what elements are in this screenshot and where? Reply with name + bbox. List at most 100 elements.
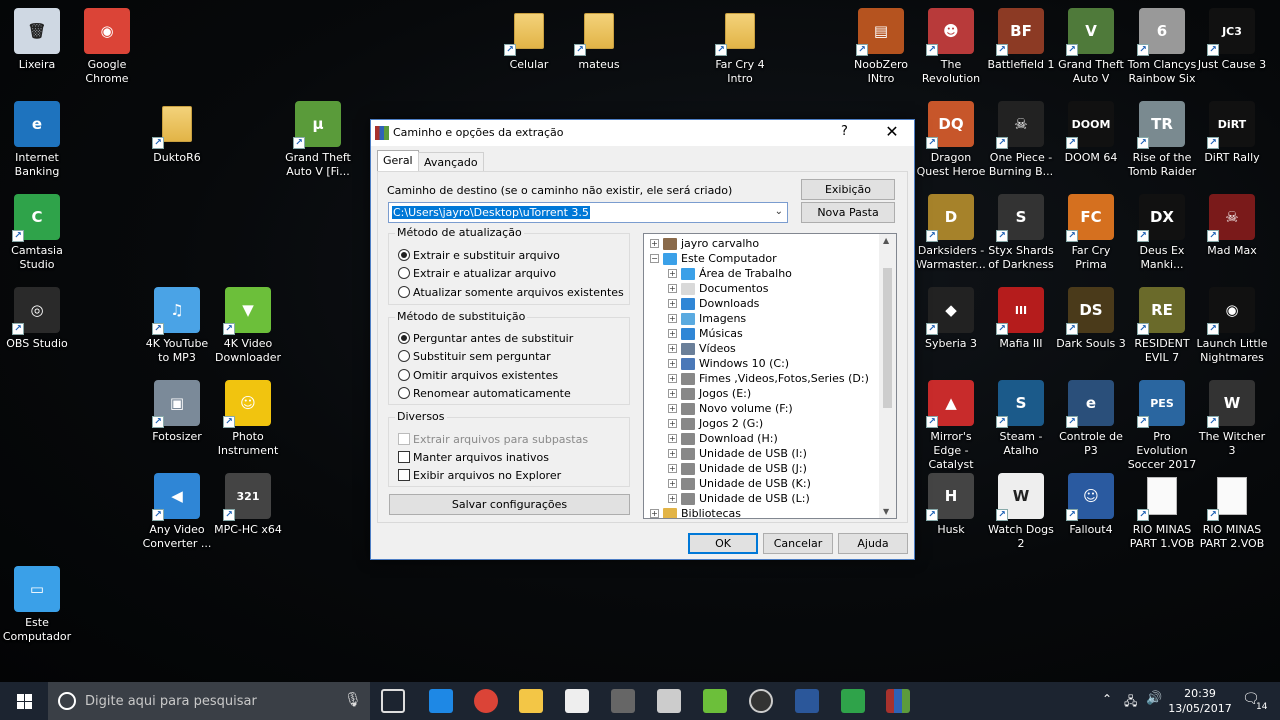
ok-button[interactable]: OK bbox=[688, 533, 758, 554]
desktop-icon[interactable]: ▲ ↗ Mirror's Edge - Catalyst bbox=[915, 380, 987, 472]
tree-item[interactable]: + Área de Trabalho bbox=[668, 266, 792, 281]
desktop-icon[interactable]: W ↗ The Witcher 3 bbox=[1196, 380, 1268, 458]
desktop-icon[interactable]: H ↗ Husk bbox=[915, 473, 987, 537]
taskbar-search-box[interactable]: Digite aqui para pesquisar 🎙 bbox=[48, 682, 370, 720]
desktop-icon[interactable]: ◀ ↗ Any Video Converter ... bbox=[141, 473, 213, 551]
desktop-icon[interactable]: C ↗ Camtasia Studio bbox=[1, 194, 73, 272]
radio-overwrite-no-ask[interactable]: Substituir sem perguntar bbox=[398, 348, 551, 364]
desktop-icon[interactable]: 🗑 Lixeira bbox=[1, 8, 73, 72]
desktop-icon[interactable]: ↗ RIO MINAS PART 1.VOB bbox=[1126, 473, 1198, 551]
tree-item[interactable]: + Unidade de USB (I:) bbox=[668, 446, 807, 461]
tree-item[interactable]: + Músicas bbox=[668, 326, 743, 341]
expand-icon[interactable]: + bbox=[668, 374, 677, 383]
desktop-icon[interactable]: ▭ Este Computador bbox=[1, 566, 73, 644]
tree-item[interactable]: + Bibliotecas bbox=[650, 506, 741, 518]
expand-icon[interactable]: − bbox=[650, 254, 659, 263]
radio-skip-existing[interactable]: Omitir arquivos existentes bbox=[398, 367, 558, 383]
expand-icon[interactable]: + bbox=[668, 464, 677, 473]
expand-icon[interactable]: + bbox=[668, 404, 677, 413]
desktop-icon[interactable]: 321 ↗ MPC-HC x64 bbox=[212, 473, 284, 537]
desktop-icon[interactable]: ▤ ↗ NoobZero INtro bbox=[845, 8, 917, 86]
desktop-icon[interactable]: ☠ ↗ Mad Max bbox=[1196, 194, 1268, 258]
mail-icon[interactable] bbox=[657, 689, 681, 713]
desktop-icon[interactable]: ☠ ↗ One Piece - Burning B... bbox=[985, 101, 1057, 179]
tree-item[interactable]: + Imagens bbox=[668, 311, 746, 326]
desktop-icon[interactable]: e ↗ Controle de P3 bbox=[1055, 380, 1127, 458]
radio-extract-update[interactable]: Extrair e atualizar arquivo bbox=[398, 265, 556, 281]
tree-scrollbar[interactable]: ▲ ▼ bbox=[879, 234, 896, 518]
checkbox-indicator[interactable] bbox=[398, 451, 410, 463]
desktop-icon[interactable]: ☻ ↗ The Revolution bbox=[915, 8, 987, 86]
tree-item[interactable]: + Novo volume (F:) bbox=[668, 401, 793, 416]
expand-icon[interactable]: + bbox=[668, 269, 677, 278]
calculator-icon[interactable] bbox=[611, 689, 635, 713]
volume-icon[interactable]: 🔊 bbox=[1146, 691, 1162, 706]
new-folder-button[interactable]: Nova Pasta bbox=[801, 202, 895, 223]
chrome-icon[interactable] bbox=[474, 689, 498, 713]
tree-item[interactable]: + Downloads bbox=[668, 296, 759, 311]
radio-ask-before[interactable]: Perguntar antes de substituir bbox=[398, 330, 573, 346]
radio-indicator[interactable] bbox=[398, 267, 410, 279]
desktop-icon[interactable]: µ ↗ Grand Theft Auto V [Fi... bbox=[282, 101, 354, 179]
desktop-icon[interactable]: ◆ ↗ Syberia 3 bbox=[915, 287, 987, 351]
desktop-icon[interactable]: ↗ mateus bbox=[563, 8, 635, 72]
radio-indicator[interactable] bbox=[398, 350, 410, 362]
desktop-icon[interactable]: ↗ Far Cry 4 Intro bbox=[704, 8, 776, 86]
tree-item[interactable]: + jayro carvalho bbox=[650, 236, 759, 251]
expand-icon[interactable]: + bbox=[668, 314, 677, 323]
help-button[interactable]: Ajuda bbox=[838, 533, 908, 554]
tab-avancado[interactable]: Avançado bbox=[418, 152, 484, 172]
tree-item[interactable]: + Unidade de USB (K:) bbox=[668, 476, 811, 491]
expand-icon[interactable]: + bbox=[668, 299, 677, 308]
radio-rename-auto[interactable]: Renomear automaticamente bbox=[398, 385, 571, 401]
expand-icon[interactable]: + bbox=[668, 389, 677, 398]
desktop-icon[interactable]: DX ↗ Deus Ex Manki... bbox=[1126, 194, 1198, 272]
desktop-icon[interactable]: e Internet Banking bbox=[1, 101, 73, 179]
radio-indicator[interactable] bbox=[398, 369, 410, 381]
desktop-icon[interactable]: ▣ ↗ Fotosizer bbox=[141, 380, 213, 444]
tree-item[interactable]: + Vídeos bbox=[668, 341, 736, 356]
folder-tree[interactable]: + jayro carvalho − Este Computador + Área de … bbox=[643, 233, 897, 519]
desktop-icon[interactable]: ↗ Celular bbox=[493, 8, 565, 72]
help-icon[interactable]: ? bbox=[841, 124, 848, 139]
save-settings-button[interactable]: Salvar configurações bbox=[389, 494, 630, 515]
desktop-icon[interactable]: JC3 ↗ Just Cause 3 bbox=[1196, 8, 1268, 72]
expand-icon[interactable]: + bbox=[668, 329, 677, 338]
desktop-icon[interactable]: D ↗ Darksiders - Warmaster... bbox=[915, 194, 987, 272]
expand-icon[interactable]: + bbox=[650, 239, 659, 248]
expand-icon[interactable]: + bbox=[668, 479, 677, 488]
scroll-up-icon[interactable]: ▲ bbox=[883, 236, 889, 245]
obs-icon[interactable] bbox=[749, 689, 773, 713]
word-icon[interactable] bbox=[795, 689, 819, 713]
task-view-icon[interactable] bbox=[381, 689, 405, 713]
expand-icon[interactable]: + bbox=[668, 344, 677, 353]
checkbox-keep-broken[interactable]: Manter arquivos inativos bbox=[398, 449, 549, 465]
dialog-titlebar[interactable]: Caminho e opções da extração ? ✕ bbox=[371, 120, 914, 146]
tree-item[interactable]: + Unidade de USB (J:) bbox=[668, 461, 807, 476]
desktop-icon[interactable]: ↗ DuktoR6 bbox=[141, 101, 213, 165]
tree-item[interactable]: + Jogos 2 (G:) bbox=[668, 416, 763, 431]
expand-icon[interactable]: + bbox=[668, 419, 677, 428]
desktop-icon[interactable]: DQ ↗ Dragon Quest Heroe bbox=[915, 101, 987, 179]
desktop-icon[interactable]: S ↗ Steam - Atalho bbox=[985, 380, 1057, 458]
desktop-icon[interactable]: W ↗ Watch Dogs 2 bbox=[985, 473, 1057, 551]
desktop-icon[interactable]: ☺ ↗ Fallout4 bbox=[1055, 473, 1127, 537]
desktop-icon[interactable]: III ↗ Mafia III bbox=[985, 287, 1057, 351]
expand-icon[interactable]: + bbox=[668, 359, 677, 368]
tree-item[interactable]: − Este Computador bbox=[650, 251, 777, 266]
desktop-icon[interactable]: ◉ Google Chrome bbox=[71, 8, 143, 86]
desktop-icon[interactable]: V ↗ Grand Theft Auto V bbox=[1055, 8, 1127, 86]
view-button[interactable]: Exibição bbox=[801, 179, 895, 200]
radio-extract-replace[interactable]: Extrair e substituir arquivo bbox=[398, 247, 560, 263]
cancel-button[interactable]: Cancelar bbox=[763, 533, 833, 554]
chevron-up-icon[interactable]: ⌃ bbox=[1102, 692, 1112, 706]
radio-indicator[interactable] bbox=[398, 387, 410, 399]
desktop-icon[interactable]: S ↗ Styx Shards of Darkness bbox=[985, 194, 1057, 272]
radio-indicator[interactable] bbox=[398, 286, 410, 298]
radio-indicator[interactable] bbox=[398, 332, 410, 344]
start-button[interactable] bbox=[0, 682, 48, 720]
desktop-icon[interactable]: DOOM ↗ DOOM 64 bbox=[1055, 101, 1127, 165]
close-icon[interactable]: ✕ bbox=[877, 122, 907, 144]
desktop-icon[interactable]: ◉ ↗ Launch Little Nightmares bbox=[1196, 287, 1268, 365]
scroll-down-icon[interactable]: ▼ bbox=[883, 507, 889, 516]
